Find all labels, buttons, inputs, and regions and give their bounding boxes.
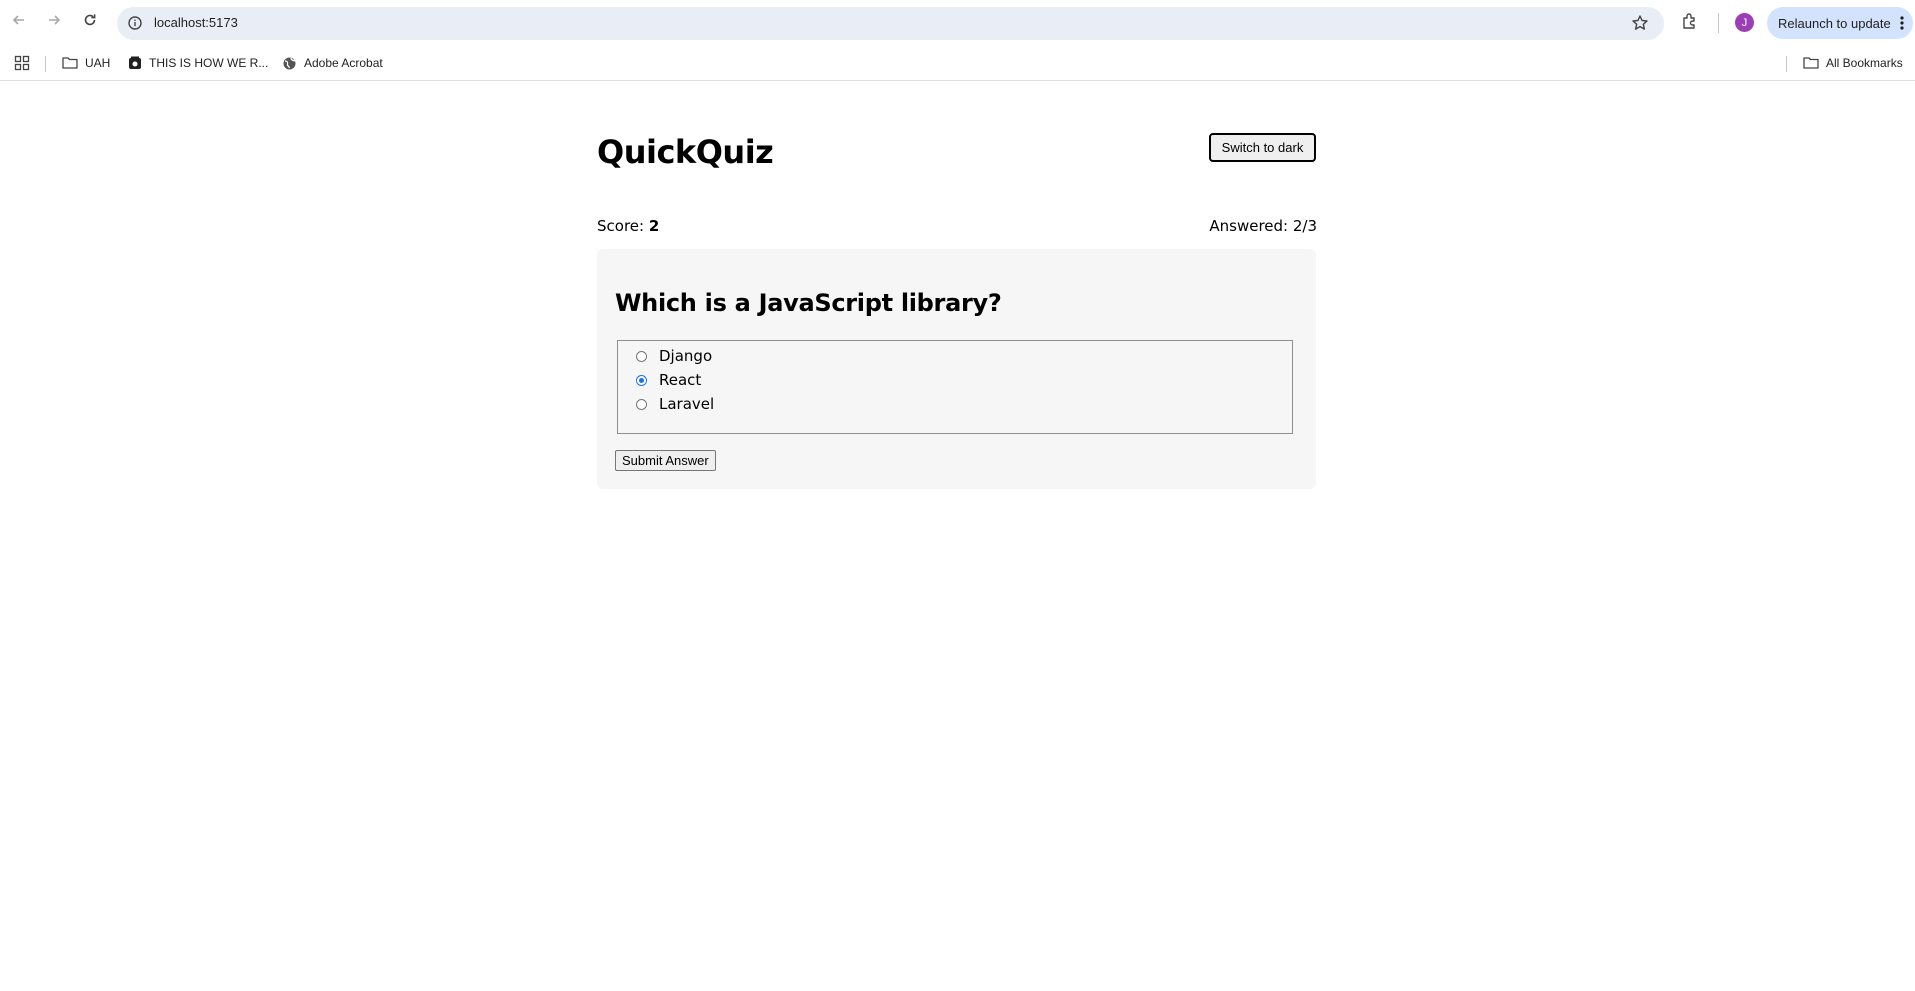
score-label: Score:: [597, 217, 645, 235]
answered-counter: Answered: 2/3: [1209, 217, 1317, 235]
option-label: Django: [659, 347, 713, 365]
back-button[interactable]: [8, 9, 30, 31]
folder-icon: [1803, 56, 1819, 70]
score-display: Score: 2: [597, 217, 659, 235]
option-label: React: [659, 371, 702, 389]
site-info-icon[interactable]: [127, 15, 143, 35]
bookmark-label: UAH: [85, 56, 111, 70]
bookmarks-divider: [45, 56, 46, 72]
all-bookmarks-button[interactable]: All Bookmarks: [1803, 52, 1903, 74]
bookmark-star-icon[interactable]: [1631, 14, 1649, 36]
extensions-icon[interactable]: [1681, 12, 1699, 34]
score-value: 2: [648, 217, 660, 235]
url-text[interactable]: localhost:5173: [154, 15, 238, 30]
question-card: Which is a JavaScript library? Django Re…: [597, 249, 1316, 489]
all-bookmarks-label: All Bookmarks: [1826, 56, 1903, 70]
apps-grid-icon: [14, 55, 30, 71]
page-content: QuickQuiz Switch to dark Score: 2 Answer…: [0, 81, 1915, 991]
more-menu-icon[interactable]: [1899, 15, 1905, 34]
toolbar-divider: [1718, 13, 1719, 33]
reload-icon: [84, 14, 96, 26]
profile-avatar[interactable]: J: [1735, 13, 1754, 32]
option-django[interactable]: Django: [636, 345, 712, 367]
bookmarks-bar: UAH THIS IS HOW WE R... Adobe Acrobat Al…: [0, 48, 1915, 81]
option-label: Laravel: [659, 395, 715, 413]
bookmark-this-is-how[interactable]: THIS IS HOW WE R...: [128, 52, 268, 74]
submit-answer-button[interactable]: Submit Answer: [615, 450, 716, 471]
address-bar[interactable]: localhost:5173: [117, 7, 1664, 40]
question-text: Which is a JavaScript library?: [615, 289, 1002, 317]
bookmark-uah[interactable]: UAH: [62, 52, 110, 74]
app-title: QuickQuiz: [597, 133, 774, 171]
browser-toolbar: localhost:5173 J Relaunch to update: [0, 0, 1915, 40]
bookmark-label: Adobe Acrobat: [304, 56, 383, 70]
globe-icon: [282, 56, 297, 71]
relaunch-label: Relaunch to update: [1778, 15, 1891, 31]
folder-icon: [62, 56, 78, 70]
apps-button[interactable]: [14, 52, 30, 74]
bookmark-adobe-acrobat[interactable]: Adobe Acrobat: [282, 52, 383, 74]
forward-arrow-icon: [49, 15, 61, 25]
forward-button[interactable]: [43, 9, 65, 31]
answer-options: Django React Laravel: [617, 340, 1293, 434]
radio-button[interactable]: [636, 350, 647, 362]
bookmarks-divider: [1786, 56, 1787, 72]
radio-button-selected[interactable]: [636, 374, 647, 386]
bookmark-label: THIS IS HOW WE R...: [149, 56, 269, 70]
option-react[interactable]: React: [636, 369, 701, 391]
reload-button[interactable]: [79, 9, 101, 31]
radio-button[interactable]: [636, 398, 647, 410]
relaunch-button[interactable]: Relaunch to update: [1767, 7, 1913, 39]
option-laravel[interactable]: Laravel: [636, 393, 714, 415]
site-favicon-icon: [128, 56, 142, 70]
theme-toggle-button[interactable]: Switch to dark: [1209, 133, 1316, 162]
back-arrow-icon: [12, 15, 24, 25]
